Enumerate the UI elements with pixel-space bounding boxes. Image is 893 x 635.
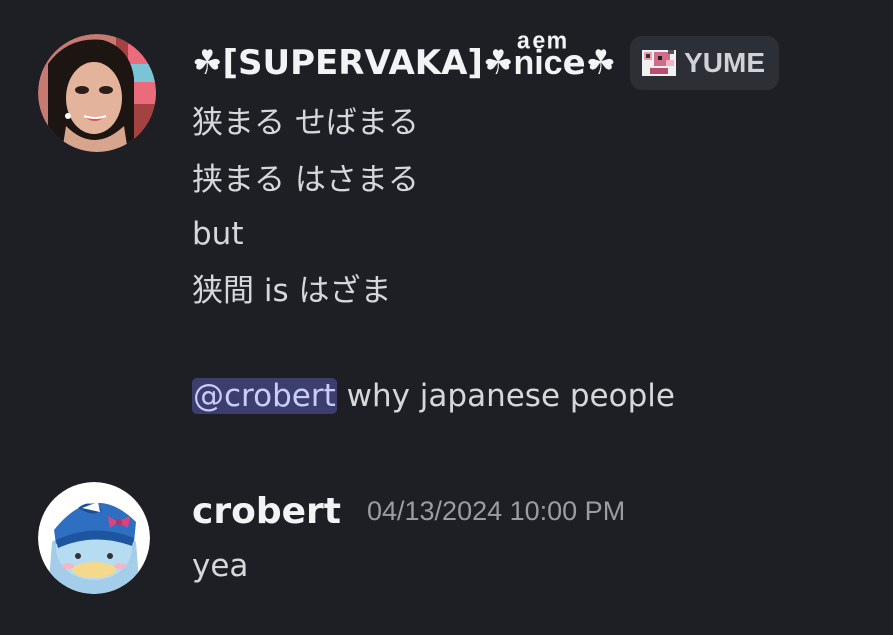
message-line: 狭間 is はざま <box>192 273 392 309</box>
message-line: 狭まる せばまる <box>192 105 419 141</box>
message-1: ☘[SUPERVAKA]☘nͣiͤcͫe☘ YUME 狭まる せばまる 挟まる … <box>0 0 893 440</box>
avatar[interactable] <box>38 34 156 152</box>
message-2: crobert 04/13/2024 10:00 PM yea <box>0 440 893 635</box>
message-line: yea <box>192 548 249 584</box>
mention-text: why japanese people <box>336 378 675 414</box>
role-tag[interactable]: YUME <box>630 36 780 90</box>
avatar-penguin-icon <box>38 482 150 594</box>
message-line: 挟まる はさまる <box>192 162 419 198</box>
username[interactable]: crobert <box>192 491 341 532</box>
message-line: but <box>192 216 244 252</box>
message-line: @crobert why japanese people <box>192 376 675 416</box>
chat-log: ☘[SUPERVAKA]☘nͣiͤcͫe☘ YUME 狭まる せばまる 挟まる … <box>0 0 893 635</box>
user-mention[interactable]: @crobert <box>192 378 337 414</box>
timestamp[interactable]: 04/13/2024 10:00 PM <box>367 496 625 527</box>
message-header: crobert 04/13/2024 10:00 PM <box>192 488 625 534</box>
avatar[interactable] <box>38 482 150 594</box>
pixel-pig-icon <box>642 50 677 76</box>
avatar-photo-icon <box>38 34 156 152</box>
role-tag-label: YUME <box>684 47 766 78</box>
username[interactable]: ☘[SUPERVAKA]☘nͣiͤcͫe☘ <box>192 43 616 83</box>
message-header: ☘[SUPERVAKA]☘nͣiͤcͫe☘ YUME <box>192 36 780 90</box>
